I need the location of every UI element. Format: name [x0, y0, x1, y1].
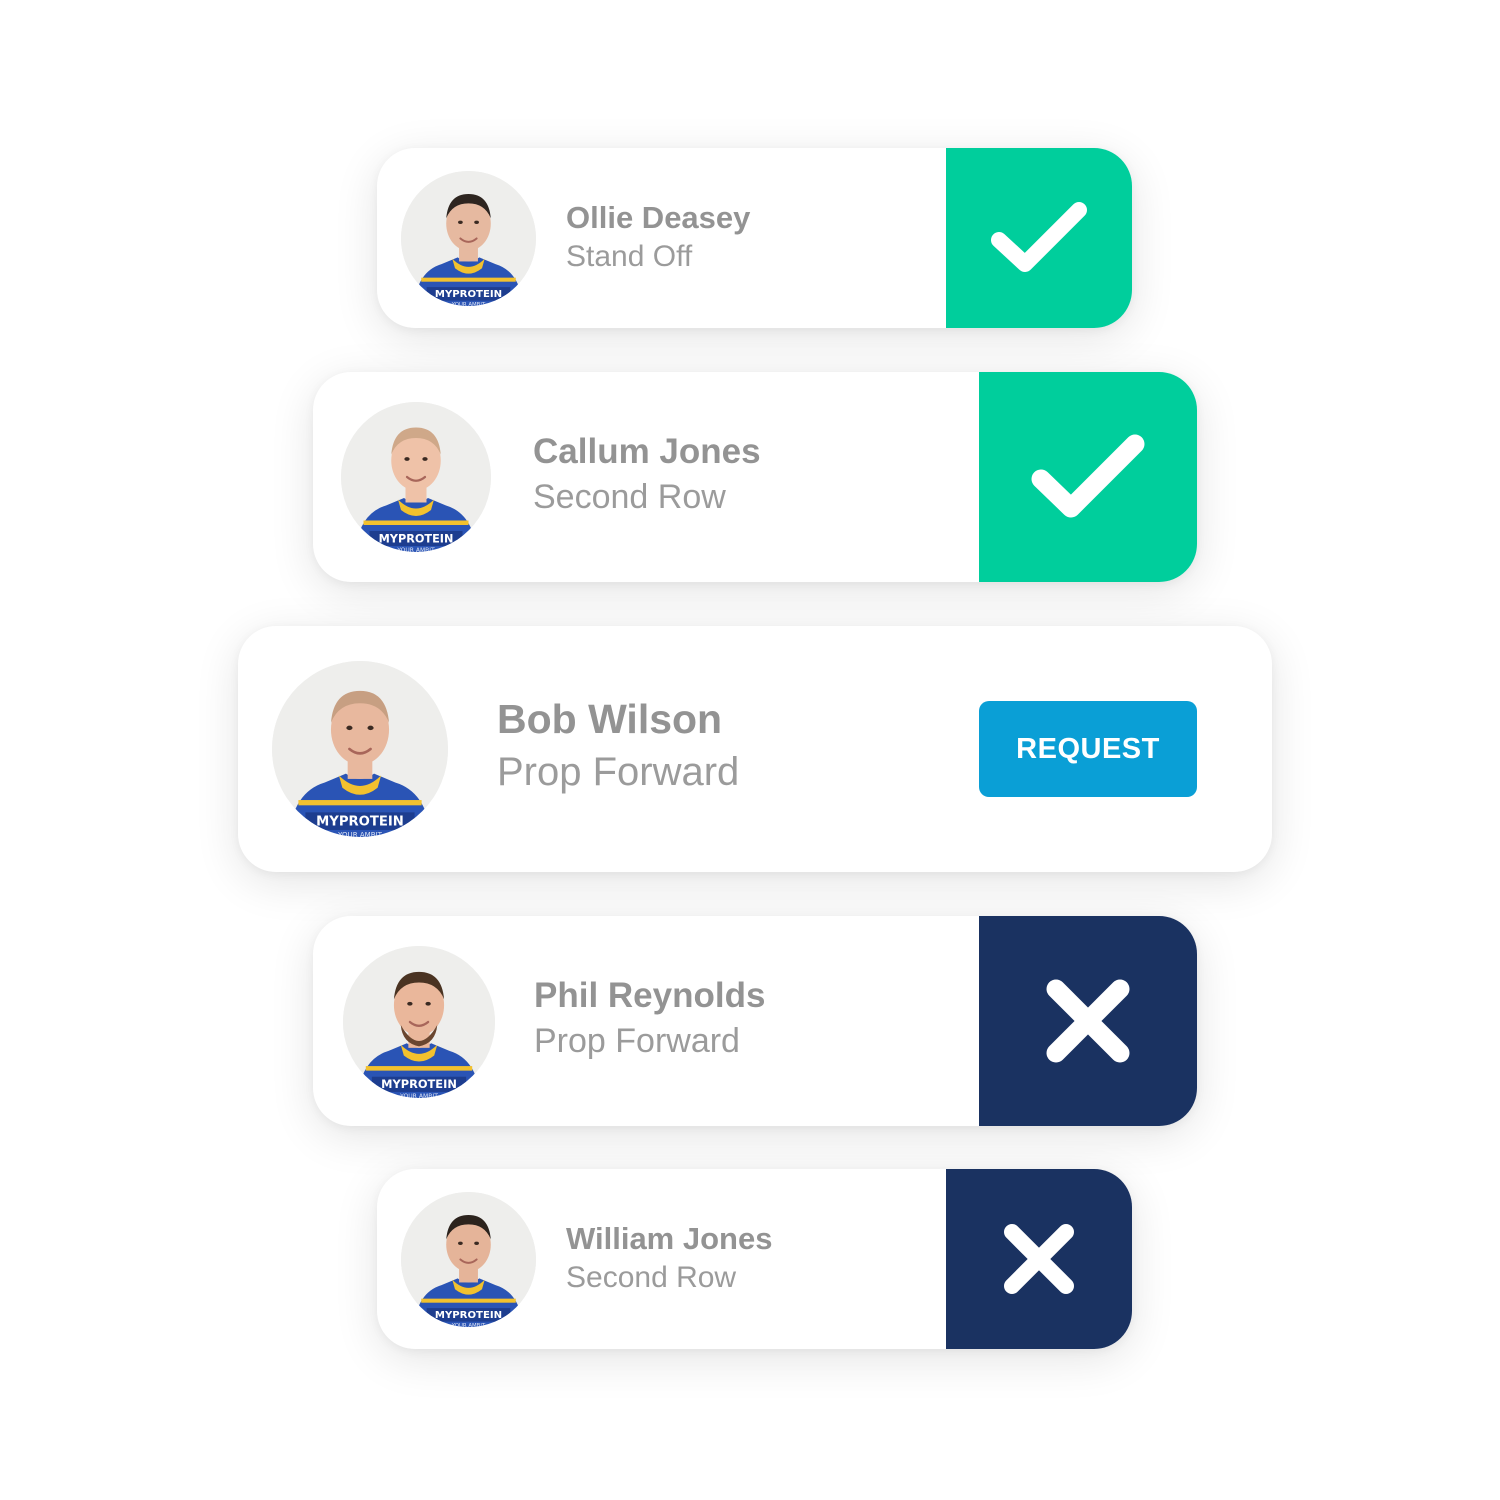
- svg-text:YOUR AMBIT: YOUR AMBIT: [399, 1093, 438, 1098]
- player-name: Ollie Deasey: [566, 200, 751, 235]
- player-name: Bob Wilson: [497, 696, 723, 742]
- svg-text:YOUR AMBIT: YOUR AMBIT: [451, 1323, 486, 1327]
- player-card: MYPROTEIN YOUR AMBIT Bob Wilson Prop Forw…: [238, 626, 1272, 872]
- player-name: Callum Jones: [533, 432, 761, 471]
- player-position: Prop Forward: [497, 750, 740, 794]
- player-card: MYPROTEIN YOUR AMBIT Callum Jones Second …: [313, 372, 1197, 582]
- avatar: MYPROTEIN YOUR AMBIT: [401, 171, 536, 306]
- svg-text:YOUR AMBIT: YOUR AMBIT: [337, 830, 382, 837]
- reject-status-button[interactable]: [946, 1169, 1132, 1349]
- player-position: Prop Forward: [534, 1022, 740, 1060]
- cross-icon: [1042, 975, 1134, 1067]
- svg-text:MYPROTEIN: MYPROTEIN: [381, 1077, 457, 1091]
- approve-status-button[interactable]: [946, 148, 1132, 328]
- player-position: Second Row: [533, 478, 726, 516]
- cross-icon: [1000, 1220, 1078, 1298]
- check-icon: [1029, 432, 1147, 522]
- player-card: MYPROTEIN YOUR AMBIT William Jones Second…: [377, 1169, 1132, 1349]
- svg-text:MYPROTEIN: MYPROTEIN: [435, 1310, 502, 1321]
- player-name: Phil Reynolds: [534, 976, 766, 1015]
- avatar: MYPROTEIN YOUR AMBIT: [401, 1192, 536, 1327]
- player-position: Second Row: [566, 1261, 737, 1294]
- svg-text:YOUR AMBIT: YOUR AMBIT: [396, 547, 435, 552]
- player-position: Stand Off: [566, 240, 693, 273]
- avatar: MYPROTEIN YOUR AMBIT: [272, 661, 448, 837]
- player-card: MYPROTEIN YOUR AMBIT Phil Reynolds Prop F…: [313, 916, 1197, 1126]
- check-icon: [989, 200, 1089, 276]
- player-list: MYPROTEIN YOUR AMBIT Ollie Deasey Stand O…: [0, 0, 1500, 1500]
- approve-status-button[interactable]: [979, 372, 1197, 582]
- svg-text:MYPROTEIN: MYPROTEIN: [435, 289, 502, 300]
- svg-text:MYPROTEIN: MYPROTEIN: [316, 815, 404, 830]
- svg-text:MYPROTEIN: MYPROTEIN: [379, 532, 454, 545]
- player-card: MYPROTEIN YOUR AMBIT Ollie Deasey Stand O…: [377, 148, 1132, 328]
- reject-status-button[interactable]: [979, 916, 1197, 1126]
- avatar: MYPROTEIN YOUR AMBIT: [341, 402, 491, 552]
- request-button[interactable]: REQUEST: [979, 701, 1197, 797]
- svg-text:YOUR AMBIT: YOUR AMBIT: [451, 302, 486, 306]
- avatar: MYPROTEIN YOUR AMBIT: [343, 946, 495, 1098]
- player-name: William Jones: [566, 1221, 773, 1256]
